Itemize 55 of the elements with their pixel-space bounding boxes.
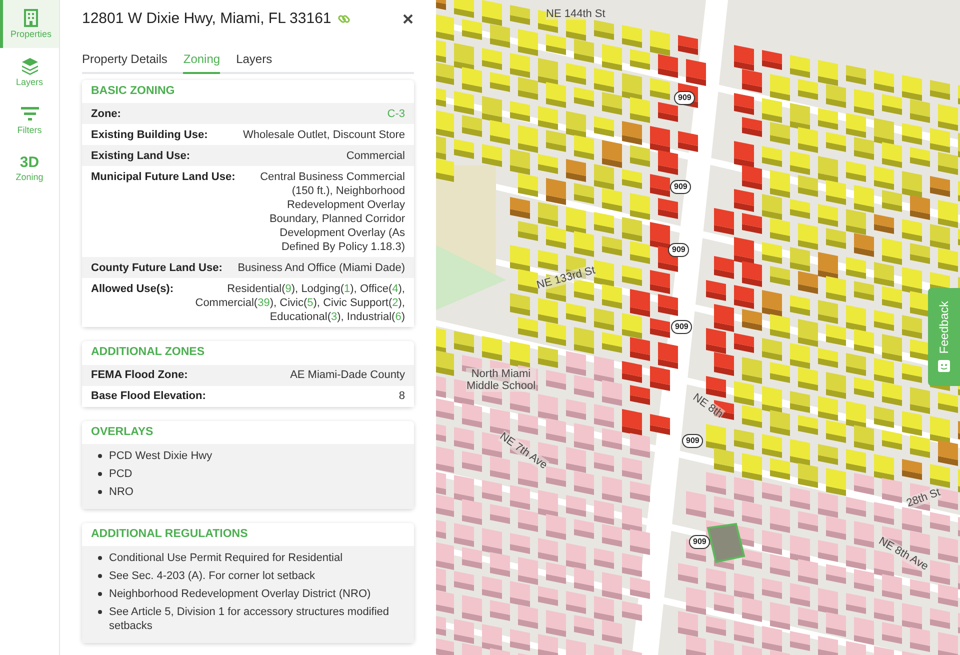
route-shield: 909 xyxy=(674,91,696,105)
field-label: Allowed Use(s): xyxy=(91,282,174,297)
list-item-text: Neighborhood Redevelopment Overlay District (NRO) xyxy=(109,587,371,601)
filter-icon xyxy=(20,105,38,123)
rail-item[interactable]: Properties xyxy=(0,0,59,48)
bullet-icon xyxy=(98,610,102,614)
bullet-icon xyxy=(98,472,102,476)
field-label: County Future Land Use: xyxy=(91,260,222,275)
tab[interactable]: Zoning xyxy=(183,50,220,74)
smiley-icon xyxy=(937,359,951,374)
field-label: Zone: xyxy=(91,106,121,121)
field-label: FEMA Flood Zone: xyxy=(91,368,188,382)
field-value: Business And Office (Miami Dade) xyxy=(236,260,405,275)
bullet-icon xyxy=(98,454,102,458)
layers-icon xyxy=(20,57,38,75)
close-icon xyxy=(402,13,414,25)
list-item-text: PCD xyxy=(109,466,132,481)
section-heading: ADDITIONAL ZONES xyxy=(90,345,206,360)
list-item-text: See Article 5, Division 1 for accessory structures modified setbacks xyxy=(109,605,390,633)
field-value: Residential(9), Lodging(1), Office(4), Commercial(39), Civic(5), Civic Support(2), Educational(3), Industrial(6) xyxy=(194,282,405,324)
list-item-text: NRO xyxy=(109,484,134,499)
route-shield: 909 xyxy=(670,180,692,194)
street-label: NE 144th St xyxy=(546,8,606,20)
field-value: 8 xyxy=(398,389,405,403)
feedback-button[interactable]: Feedback xyxy=(928,288,960,386)
bullet-icon xyxy=(98,574,102,578)
section-heading: BASIC ZONING xyxy=(90,84,176,99)
field-label: Existing Land Use: xyxy=(91,148,190,163)
tab[interactable]: Property Details xyxy=(82,50,168,74)
route-shield: 909 xyxy=(689,535,710,549)
list-item-text: PCD West Dixie Hwy xyxy=(109,448,212,463)
bullet-icon xyxy=(98,490,102,494)
building-icon xyxy=(22,9,40,27)
link-icon xyxy=(337,12,352,26)
street-label: North Miami Middle School xyxy=(466,368,536,392)
field-value: C-3 xyxy=(386,106,405,121)
section-heading: ADDITIONAL REGULATIONS xyxy=(90,526,249,542)
tab[interactable]: Layers xyxy=(236,50,272,74)
bullet-icon xyxy=(98,556,102,560)
address-title: 12801 W Dixie Hwy, Miami, FL 33161 xyxy=(82,8,332,29)
route-shield: 909 xyxy=(668,243,690,257)
field-value: Wholesale Outlet, Discount Store xyxy=(242,128,405,142)
route-shield: 909 xyxy=(671,320,692,334)
zoning-3d-icon: 3D xyxy=(20,154,40,170)
list-item-text: Conditional Use Permit Required for Residential xyxy=(109,551,343,565)
field-label: Base Flood Elevation: xyxy=(91,389,206,403)
field-value: Central Business Commercial (150 ft.), Neighborhood Redevelopment Overlay Boundary, Planned Corridor Development Overlay (As Defined By Policy 1.18.3) xyxy=(259,170,405,254)
field-value: Commercial xyxy=(345,148,405,163)
bullet-icon xyxy=(98,592,102,596)
field-label: Municipal Future Land Use: xyxy=(91,170,236,185)
field-label: Existing Building Use: xyxy=(91,128,208,142)
section-heading: OVERLAYS xyxy=(90,424,154,440)
field-value: AE Miami-Dade County xyxy=(289,368,405,382)
list-item-text: See Sec. 4-203 (A). For corner lot setback xyxy=(109,569,316,583)
route-shield: 909 xyxy=(682,434,704,448)
